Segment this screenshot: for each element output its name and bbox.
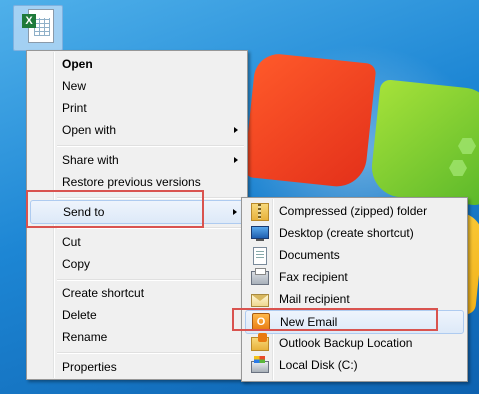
mail-icon <box>251 294 269 307</box>
menu-separator <box>57 352 244 354</box>
context-menu: Open New Print Open with Share with Rest… <box>26 50 248 380</box>
menu-item-open-with[interactable]: Open with <box>29 119 245 141</box>
submenu-arrow-icon <box>234 127 238 133</box>
menu-item-send-to[interactable]: Send to <box>30 200 244 224</box>
submenu-arrow-icon <box>233 209 237 215</box>
menu-item-label: Open with <box>62 123 117 137</box>
desktop-icon <box>251 226 269 241</box>
menu-item-new[interactable]: New <box>29 75 245 97</box>
send-to-new-email[interactable]: O New Email <box>245 310 464 334</box>
menu-separator <box>57 145 244 147</box>
submenu-item-label: Compressed (zipped) folder <box>279 204 428 218</box>
documents-icon <box>253 247 267 265</box>
send-to-local-disk[interactable]: Local Disk (C:) <box>244 354 465 376</box>
menu-separator <box>57 227 244 229</box>
menu-item-create-shortcut[interactable]: Create shortcut <box>29 282 245 304</box>
submenu-item-label: Mail recipient <box>279 292 350 306</box>
menu-item-label: Cut <box>62 235 81 249</box>
submenu-item-label: Documents <box>279 248 340 262</box>
menu-item-label: Print <box>62 101 87 115</box>
menu-item-label: Create shortcut <box>62 286 145 300</box>
zip-folder-icon <box>251 203 269 221</box>
menu-item-label: Delete <box>62 308 97 322</box>
menu-item-label: Copy <box>62 257 91 271</box>
fax-icon <box>251 268 269 285</box>
outlook-folder-icon <box>251 333 269 351</box>
menu-item-label: Share with <box>62 153 119 167</box>
send-to-mail-recipient[interactable]: Mail recipient <box>244 288 465 310</box>
menu-item-label: Restore previous versions <box>62 175 201 189</box>
submenu-item-label: Outlook Backup Location <box>279 336 413 350</box>
menu-item-share-with[interactable]: Share with <box>29 149 245 171</box>
excel-file-icon[interactable]: X <box>13 5 63 68</box>
submenu-item-label: Local Disk (C:) <box>279 358 358 372</box>
send-to-submenu: Compressed (zipped) folder Desktop (crea… <box>241 197 468 382</box>
menu-item-print[interactable]: Print <box>29 97 245 119</box>
menu-item-label: Properties <box>62 360 117 374</box>
menu-item-delete[interactable]: Delete <box>29 304 245 326</box>
submenu-item-label: Desktop (create shortcut) <box>279 226 414 240</box>
menu-separator <box>57 197 244 199</box>
submenu-item-label: Fax recipient <box>279 270 348 284</box>
outlook-icon: O <box>252 313 270 331</box>
menu-item-rename[interactable]: Rename <box>29 326 245 348</box>
menu-item-label: Open <box>62 57 93 71</box>
menu-item-cut[interactable]: Cut <box>29 231 245 253</box>
menu-item-restore-previous-versions[interactable]: Restore previous versions <box>29 171 245 193</box>
submenu-arrow-icon <box>234 157 238 163</box>
windows-logo-red <box>243 51 377 190</box>
menu-item-label: Send to <box>63 205 105 219</box>
send-to-compressed-folder[interactable]: Compressed (zipped) folder <box>244 200 465 222</box>
send-to-fax-recipient[interactable]: Fax recipient <box>244 266 465 288</box>
menu-item-label: Rename <box>62 330 108 344</box>
send-to-desktop[interactable]: Desktop (create shortcut) <box>244 222 465 244</box>
local-disk-icon <box>251 356 269 373</box>
menu-item-properties[interactable]: Properties <box>29 356 245 378</box>
send-to-outlook-backup-location[interactable]: Outlook Backup Location <box>244 332 465 354</box>
submenu-item-label: New Email <box>280 315 338 329</box>
menu-item-open[interactable]: Open <box>29 53 245 75</box>
menu-item-copy[interactable]: Copy <box>29 253 245 275</box>
menu-separator <box>57 279 244 281</box>
send-to-documents[interactable]: Documents <box>244 244 465 266</box>
menu-item-label: New <box>62 79 87 93</box>
